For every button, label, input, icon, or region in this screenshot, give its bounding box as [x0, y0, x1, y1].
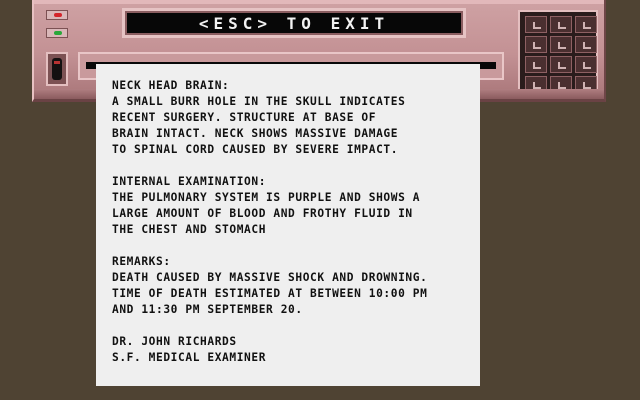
- keypad-key[interactable]: [575, 56, 597, 73]
- red-lamp-icon: [54, 13, 62, 17]
- keypad-key[interactable]: [575, 36, 597, 53]
- report-section-neck-head-brain: NECK HEAD BRAIN: A SMALL BURR HOLE IN TH…: [112, 78, 470, 158]
- report-line: TIME OF DEATH ESTIMATED AT BETWEEN 10:00…: [112, 287, 428, 300]
- keypad: [518, 10, 598, 96]
- report-section-signature: DR. JOHN RICHARDS S.F. MEDICAL EXAMINER: [112, 334, 470, 366]
- examiner-name: DR. JOHN RICHARDS: [112, 335, 237, 348]
- report-heading: NECK HEAD BRAIN:: [112, 79, 230, 92]
- report-line: TO SPINAL CORD CAUSED BY SEVERE IMPACT.: [112, 143, 399, 156]
- exit-instruction-text: <ESC> TO EXIT: [198, 13, 390, 33]
- keypad-key[interactable]: [525, 16, 547, 33]
- report-line: BRAIN INTACT. NECK SHOWS MASSIVE DAMAGE: [112, 127, 399, 140]
- report-line: DEATH CAUSED BY MASSIVE SHOCK AND DROWNI…: [112, 271, 428, 284]
- report-line: RECENT SURGERY. STRUCTURE AT BASE OF: [112, 111, 377, 124]
- power-switch[interactable]: [46, 52, 68, 86]
- switch-knob-icon: [52, 58, 62, 80]
- exit-display[interactable]: <ESC> TO EXIT: [122, 8, 466, 38]
- keypad-key[interactable]: [550, 56, 572, 73]
- green-lamp-icon: [54, 31, 62, 35]
- red-indicator-light: [46, 10, 68, 20]
- report-heading: REMARKS:: [112, 255, 171, 268]
- autopsy-report: NECK HEAD BRAIN: A SMALL BURR HOLE IN TH…: [96, 64, 480, 386]
- report-line: A SMALL BURR HOLE IN THE SKULL INDICATES: [112, 95, 406, 108]
- report-line: THE CHEST AND STOMACH: [112, 223, 267, 236]
- game-screen: <ESC> TO EXIT NECK HEAD BRAIN: A SMALL B…: [0, 0, 640, 400]
- report-line: AND 11:30 PM SEPTEMBER 20.: [112, 303, 303, 316]
- keypad-key[interactable]: [525, 56, 547, 73]
- keypad-key[interactable]: [550, 16, 572, 33]
- keypad-key[interactable]: [575, 16, 597, 33]
- console-top-strip: [34, 0, 604, 4]
- report-heading: INTERNAL EXAMINATION:: [112, 175, 267, 188]
- keypad-key[interactable]: [550, 36, 572, 53]
- examiner-title: S.F. MEDICAL EXAMINER: [112, 351, 267, 364]
- green-indicator-light: [46, 28, 68, 38]
- keypad-key[interactable]: [525, 36, 547, 53]
- report-section-remarks: REMARKS: DEATH CAUSED BY MASSIVE SHOCK A…: [112, 254, 470, 318]
- report-section-internal-examination: INTERNAL EXAMINATION: THE PULMONARY SYST…: [112, 174, 470, 238]
- report-line: THE PULMONARY SYSTEM IS PURPLE AND SHOWS…: [112, 191, 421, 204]
- report-line: LARGE AMOUNT OF BLOOD AND FROTHY FLUID I…: [112, 207, 413, 220]
